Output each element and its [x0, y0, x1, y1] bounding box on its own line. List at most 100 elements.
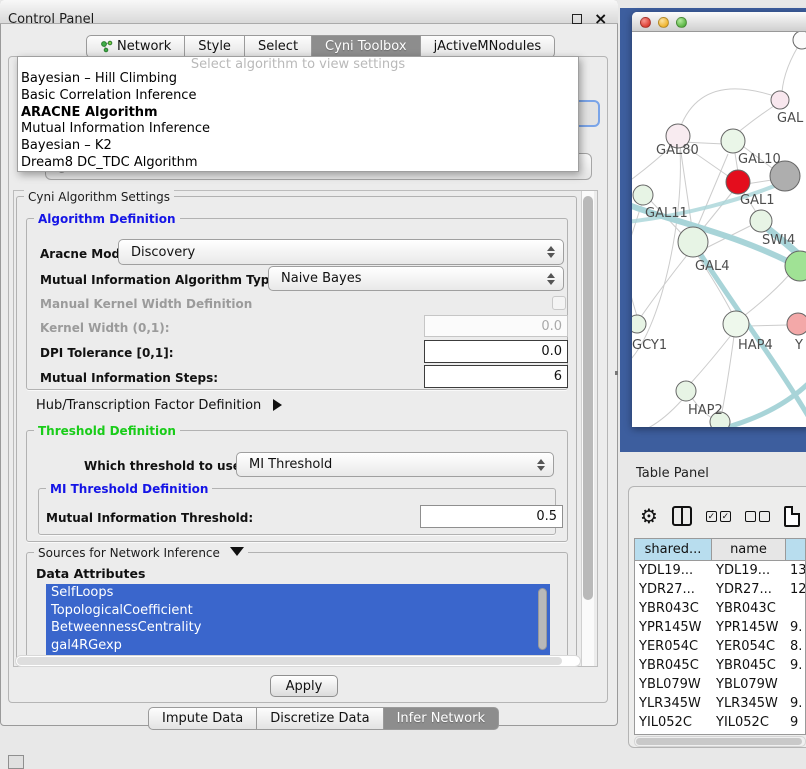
tab-discretize-data[interactable]: Discretize Data — [257, 707, 383, 730]
table-cell[interactable]: 9. — [786, 694, 806, 713]
float-window-icon[interactable] — [572, 14, 582, 24]
table-cell[interactable]: YBR045C — [712, 656, 786, 675]
manual-kernel-checkbox[interactable] — [552, 296, 566, 310]
table-cell[interactable]: 9 — [786, 713, 806, 732]
table-cell[interactable]: YLR345W — [712, 694, 786, 713]
data-attributes-list[interactable]: SelfLoopsTopologicalCoefficientBetweenne… — [46, 584, 550, 656]
network-node-gal4[interactable] — [678, 227, 708, 257]
table-cell[interactable]: YIL052C — [712, 713, 786, 732]
table-cell[interactable]: 8. — [786, 637, 806, 656]
dpi-tolerance-field[interactable]: 0.0 — [424, 340, 568, 363]
close-icon[interactable]: × — [594, 9, 607, 29]
table-cell[interactable]: YPR145W — [635, 618, 712, 637]
mi-type-combo[interactable]: Naive Bayes — [268, 266, 564, 291]
select-all-checkboxes-icon[interactable]: ✓✓ — [706, 511, 731, 522]
settings-horizontal-scrollbar-thumb[interactable] — [17, 657, 562, 665]
table-cell[interactable]: 12 — [786, 580, 806, 599]
tab-label: Network — [117, 39, 171, 54]
table-cell[interactable]: YBL079W — [712, 675, 786, 694]
list-scrollbar-thumb[interactable] — [538, 588, 547, 650]
mac-minimize-icon[interactable] — [658, 17, 669, 28]
tab-select[interactable]: Select — [245, 35, 312, 58]
table-panel-toolbar: ⚙ ✓✓ — [640, 500, 806, 532]
attribute-item[interactable]: gal4RGexp — [46, 637, 550, 655]
hub-definition-toggle[interactable]: Hub/Transcription Factor Definition — [36, 398, 282, 413]
algorithm-option[interactable]: Mutual Information Inference — [18, 121, 578, 138]
network-node-gal11[interactable] — [633, 185, 653, 205]
attribute-item[interactable]: SelfLoops — [46, 584, 550, 602]
table-row[interactable]: YIL052CYIL052C9 — [635, 713, 805, 732]
which-threshold-combo[interactable]: MI Threshold — [236, 452, 554, 477]
settings-gear-icon[interactable]: ⚙ — [640, 505, 658, 527]
panel-splitter-grip[interactable] — [615, 371, 618, 375]
table-row[interactable]: YER054CYER054C8. — [635, 637, 805, 656]
attribute-item[interactable]: BetweennessCentrality — [46, 619, 550, 637]
algorithm-option[interactable]: Basic Correlation Inference — [18, 88, 578, 105]
table-cell[interactable]: YDR27... — [712, 580, 786, 599]
column-header[interactable]: A — [786, 539, 806, 561]
table-row[interactable]: YDL19...YDL19...13 — [635, 561, 805, 580]
tab-impute-data[interactable]: Impute Data — [148, 707, 257, 730]
network-node[interactable] — [793, 32, 806, 49]
node-label: GAL80 — [656, 143, 699, 158]
table-cell[interactable]: YLR345W — [635, 694, 712, 713]
table-cell[interactable]: YER054C — [635, 637, 712, 656]
table-row[interactable]: YPR145WYPR145W9. — [635, 618, 805, 637]
table-cell[interactable]: YDL19... — [712, 561, 786, 580]
mi-steps-field[interactable]: 6 — [424, 365, 568, 388]
table-cell[interactable]: YBR043C — [712, 599, 786, 618]
table-cell[interactable]: YBL079W — [635, 675, 712, 694]
table-cell[interactable]: YBR043C — [635, 599, 712, 618]
attribute-item[interactable]: TopologicalCoefficient — [46, 602, 550, 620]
table-cell[interactable]: 13 — [786, 561, 806, 580]
aracne-mode-combo[interactable]: Discovery — [118, 239, 564, 265]
table-cell[interactable]: YIL052C — [635, 713, 712, 732]
table-row[interactable]: YLR345WYLR345W9. — [635, 694, 805, 713]
network-node-swi4[interactable] — [750, 210, 772, 232]
network-node-gal1[interactable] — [726, 170, 750, 194]
table-cell[interactable]: YER054C — [712, 637, 786, 656]
tab-infer-network[interactable]: Infer Network — [384, 707, 499, 730]
network-node-gcy1[interactable] — [632, 315, 646, 333]
sources-group-toggle[interactable]: Sources for Network Inference — [34, 546, 248, 560]
network-node-gal10[interactable] — [721, 129, 745, 153]
settings-vertical-scrollbar-thumb[interactable] — [583, 196, 593, 600]
mac-close-icon[interactable] — [640, 17, 651, 28]
table-row[interactable]: YBL079WYBL079W — [635, 675, 805, 694]
document-icon[interactable] — [784, 506, 800, 527]
tab-cyni-toolbox[interactable]: Cyni Toolbox — [312, 35, 421, 58]
apply-button[interactable]: Apply — [270, 675, 338, 697]
table-cell[interactable]: YDR27... — [635, 580, 712, 599]
mi-threshold-field[interactable]: 0.5 — [420, 505, 563, 528]
table-row[interactable]: YBR045CYBR045C9. — [635, 656, 805, 675]
column-header[interactable]: shared... — [635, 539, 712, 561]
collapsed-panel-icon[interactable] — [8, 755, 24, 769]
network-node-hap2[interactable] — [676, 381, 696, 401]
table-cell[interactable]: 9. — [786, 656, 806, 675]
tab-jactivemnodules[interactable]: jActiveMNodules — [421, 35, 556, 58]
algorithm-option[interactable]: Dream8 DC_TDC Algorithm — [18, 155, 578, 172]
table-horizontal-scrollbar-thumb[interactable] — [636, 738, 802, 745]
mac-zoom-icon[interactable] — [676, 17, 687, 28]
tab-style[interactable]: Style — [185, 35, 245, 58]
network-canvas[interactable]: GALGAL80GAL10GAL1GAL11SWI4GAL4GCY1HAP4YH… — [632, 32, 806, 427]
algorithm-option[interactable]: Bayesian – K2 — [18, 138, 578, 155]
table-cell[interactable] — [786, 599, 806, 618]
algorithm-option[interactable]: ARACNE Algorithm — [18, 105, 578, 122]
algorithm-option[interactable]: Bayesian – Hill Climbing — [18, 71, 578, 88]
split-columns-icon[interactable] — [672, 506, 692, 526]
kernel-width-field[interactable]: 0.0 — [424, 315, 568, 337]
network-node-hap4[interactable] — [723, 311, 749, 337]
table-row[interactable]: YDR27...YDR27...12 — [635, 580, 805, 599]
tab-network[interactable]: Network — [86, 35, 185, 58]
network-node-y[interactable] — [787, 313, 806, 335]
table-cell[interactable]: YPR145W — [712, 618, 786, 637]
deselect-all-checkboxes-icon[interactable] — [745, 511, 770, 522]
network-node-gal[interactable] — [771, 91, 789, 109]
table-cell[interactable]: 9. — [786, 618, 806, 637]
table-row[interactable]: YBR043CYBR043C — [635, 599, 805, 618]
table-cell[interactable]: YBR045C — [635, 656, 712, 675]
table-cell[interactable] — [786, 675, 806, 694]
table-cell[interactable]: YDL19... — [635, 561, 712, 580]
column-header[interactable]: name — [712, 539, 786, 561]
